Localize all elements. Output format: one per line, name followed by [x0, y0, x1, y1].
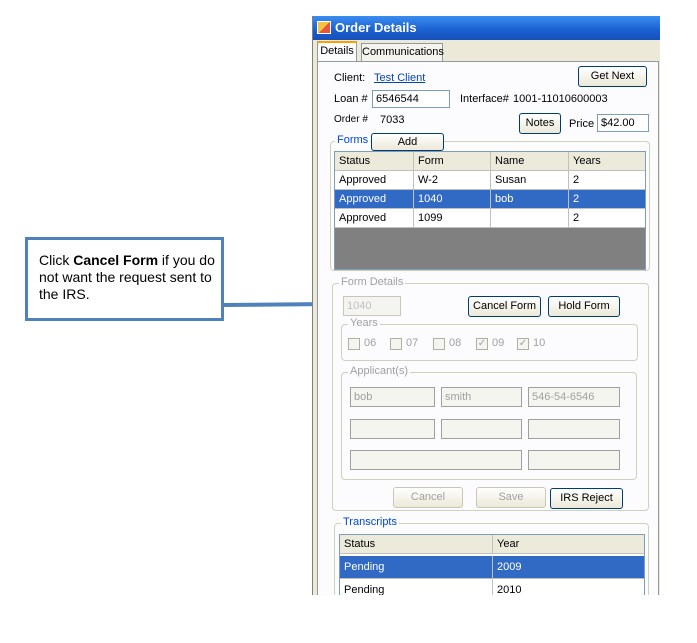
form-details-group: Form Details 1040 Cancel Form Hold Form … — [332, 276, 649, 511]
notes-button[interactable]: Notes — [519, 113, 561, 134]
cancel-button[interactable]: Cancel — [393, 487, 463, 508]
column-header-year[interactable]: Year — [493, 535, 644, 554]
year-06-checkbox[interactable] — [348, 338, 360, 350]
applicant-ssn-field[interactable]: 546-54-6546 — [528, 387, 620, 407]
forms-group: Forms Add Status Form Name Years Approve… — [330, 133, 650, 271]
tab-communications[interactable]: Communications — [361, 43, 444, 61]
cell-form: 1099 — [414, 209, 491, 228]
cell-form: W-2 — [414, 171, 491, 190]
cell-status: Approved — [335, 190, 414, 209]
forms-table: Status Form Name Years Approved W-2 Susa… — [334, 151, 646, 270]
cell-status: Pending — [340, 579, 493, 595]
cancel-form-button[interactable]: Cancel Form — [468, 296, 541, 317]
column-header-form[interactable]: Form — [414, 152, 491, 171]
year-10-label: 10 — [533, 337, 546, 349]
app-icon — [317, 21, 331, 34]
applicant-field[interactable] — [528, 450, 620, 470]
column-header-status[interactable]: Status — [340, 535, 493, 554]
years-group: Years 06 07 08 ✓ 09 ✓ 10 — [341, 317, 638, 361]
details-panel: Client: Test Client Get Next Loan # 6546… — [317, 61, 659, 595]
year-07-checkbox[interactable] — [390, 338, 402, 350]
column-header-status[interactable]: Status — [335, 152, 414, 171]
year-07-label: 07 — [406, 337, 419, 349]
transcripts-group: Transcripts Status Year Pending 2009 Pen… — [334, 516, 649, 595]
client-link[interactable]: Test Client — [374, 72, 425, 84]
hold-form-button[interactable]: Hold Form — [548, 296, 620, 317]
transcripts-group-label: Transcripts — [341, 516, 399, 528]
form-select: 1040 — [343, 296, 401, 316]
cell-name — [491, 209, 569, 228]
applicant-field[interactable] — [528, 419, 620, 439]
loan-label: Loan # — [334, 93, 368, 105]
table-row-selected[interactable]: Approved 1040 bob 2 — [335, 190, 645, 209]
cell-form: 1040 — [414, 190, 491, 209]
cell-status: Approved — [335, 209, 414, 228]
year-06-label: 06 — [364, 337, 377, 349]
year-08-label: 08 — [449, 337, 462, 349]
window-title: Order Details — [335, 20, 417, 35]
applicant-field[interactable] — [350, 419, 435, 439]
cell-years: 2 — [569, 190, 645, 209]
price-field[interactable]: $42.00 — [597, 114, 649, 132]
cell-years: 2 — [569, 209, 645, 228]
cell-name: bob — [491, 190, 569, 209]
year-10-checkbox[interactable]: ✓ — [517, 338, 529, 350]
year-09-label: 09 — [492, 337, 505, 349]
years-group-label: Years — [348, 317, 380, 329]
applicant-address-field[interactable] — [350, 450, 522, 470]
applicant-last-name-field[interactable]: smith — [441, 387, 522, 407]
year-09-checkbox[interactable]: ✓ — [476, 338, 488, 350]
table-row[interactable]: Approved W-2 Susan 2 — [335, 171, 645, 190]
applicants-group: Applicant(s) bob smith 546-54-6546 — [341, 365, 637, 480]
price-label: Price — [569, 118, 595, 130]
loan-field[interactable]: 6546544 — [372, 90, 450, 108]
client-label: Client: — [334, 72, 366, 84]
column-header-years[interactable]: Years — [569, 152, 645, 171]
order-label: Order # — [334, 114, 368, 125]
interface-value: 1001-11010600003 — [513, 93, 608, 105]
column-header-name[interactable]: Name — [491, 152, 569, 171]
interface-label: Interface# — [460, 93, 509, 105]
add-form-button[interactable]: Add — [371, 133, 444, 151]
irs-reject-button[interactable]: IRS Reject — [550, 488, 623, 509]
forms-group-label: Forms — [335, 134, 371, 146]
save-button[interactable]: Save — [476, 487, 546, 508]
cell-year: 2009 — [493, 556, 644, 579]
applicant-first-name-field[interactable]: bob — [350, 387, 435, 407]
applicants-group-label: Applicant(s) — [348, 365, 411, 377]
year-08-checkbox[interactable] — [433, 338, 445, 350]
transcripts-header-row: Status Year — [340, 535, 644, 554]
applicant-field[interactable] — [441, 419, 522, 439]
forms-header-row: Status Form Name Years — [335, 152, 645, 171]
get-next-button[interactable]: Get Next — [578, 66, 647, 87]
cell-year: 2010 — [493, 579, 644, 595]
cell-status: Approved — [335, 171, 414, 190]
cell-name: Susan — [491, 171, 569, 190]
order-details-window: Order Details Details Communications Cli… — [312, 16, 660, 595]
form-details-label: Form Details — [339, 276, 406, 288]
cell-years: 2 — [569, 171, 645, 190]
table-row[interactable]: Approved 1099 2 — [335, 209, 645, 228]
transcripts-table: Status Year Pending 2009 Pending 2010 — [339, 534, 645, 595]
table-row-selected[interactable]: Pending 2009 — [340, 556, 644, 579]
order-value: 7033 — [380, 114, 405, 126]
tab-details[interactable]: Details — [317, 41, 357, 61]
title-bar[interactable]: Order Details — [313, 16, 660, 40]
table-row[interactable]: Pending 2010 — [340, 579, 644, 595]
form-select-value: 1040 — [347, 300, 372, 312]
cell-status: Pending — [340, 556, 493, 579]
